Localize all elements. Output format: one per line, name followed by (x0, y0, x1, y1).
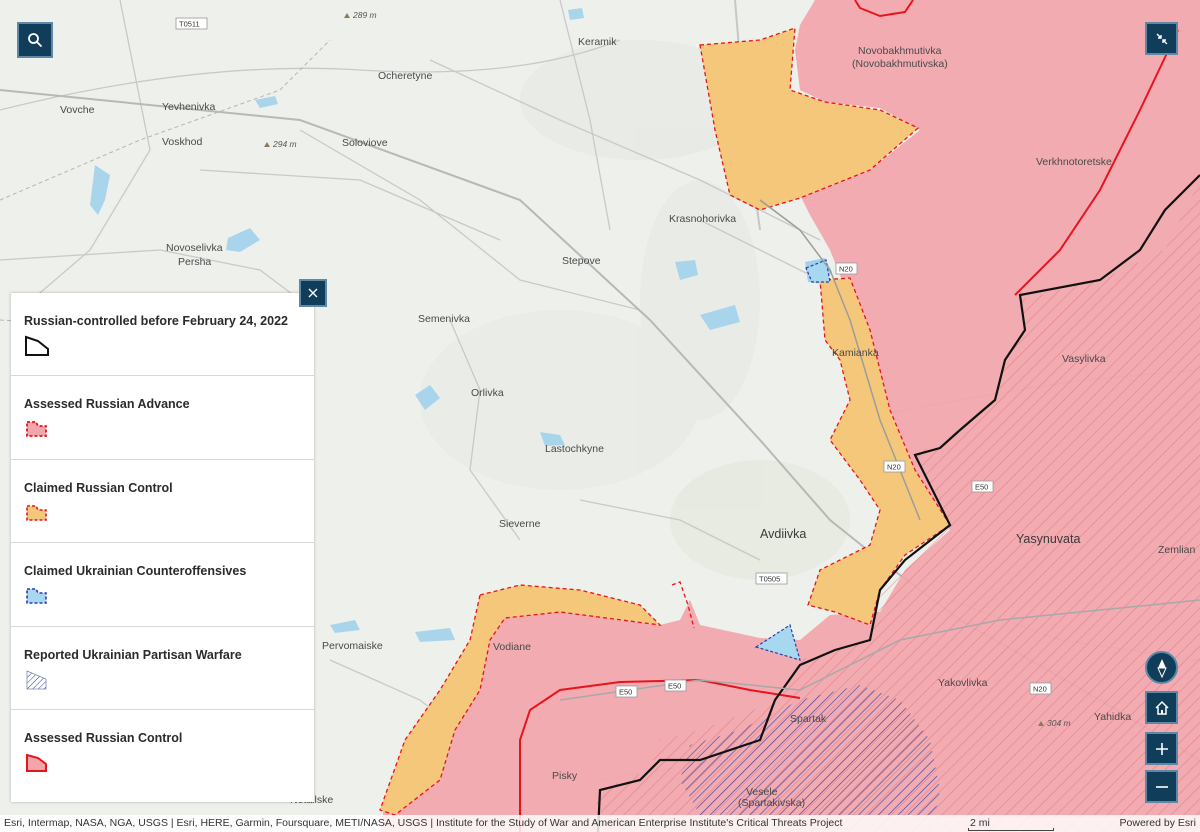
place-label: Ocheretyne (378, 70, 432, 82)
place-label: Lastochkyne (545, 443, 604, 455)
elevation-label: 304 m (1047, 718, 1071, 728)
road-shield-label: N20 (839, 265, 853, 274)
place-label: (Spartakivska) (738, 797, 805, 809)
red-solid-polygon-icon (26, 753, 47, 772)
legend-item-title: Claimed Russian Control (24, 480, 173, 495)
place-label: Semenivka (418, 313, 470, 325)
legend-item-title: Reported Ukrainian Partisan Warfare (24, 647, 242, 662)
place-label: Avdiivka (760, 527, 806, 541)
legend-item: Assessed Russian Advance (11, 376, 314, 460)
place-label: Krasnohorivka (669, 213, 736, 225)
minus-icon (1155, 785, 1168, 788)
place-label: Novoselivka (166, 242, 223, 254)
place-label: Spartak (790, 713, 827, 725)
road-shield-label: T0505 (759, 575, 780, 584)
place-label: Persha (178, 256, 211, 268)
home-icon (1154, 700, 1169, 715)
search-icon (28, 33, 43, 48)
collapse-icon (1156, 33, 1167, 44)
legend-panel: Russian-controlled before February 24, 2… (11, 293, 314, 802)
powered-by-link[interactable]: Powered by Esri (1120, 815, 1196, 832)
place-label: Yasynuvata (1016, 532, 1080, 546)
attribution-bar: Esri, Intermap, NASA, NGA, USGS | Esri, … (0, 815, 1200, 832)
road-shield-label: E50 (668, 682, 681, 691)
scale-bar (968, 828, 1054, 831)
legend-item: Russian-controlled before February 24, 2… (11, 293, 314, 377)
legend-item: Claimed Ukrainian Counteroffensives (11, 543, 314, 627)
place-label: Pervomaiske (322, 640, 383, 652)
legend-item: Claimed Russian Control (11, 460, 314, 544)
road-shield-label: E50 (975, 483, 988, 492)
place-label: Stepove (562, 255, 601, 267)
hatched-polygon-icon (26, 669, 47, 689)
place-label: Yevhenivka (162, 101, 215, 113)
home-button[interactable] (1145, 691, 1178, 724)
place-label: Yahidka (1094, 711, 1131, 723)
elevation-label: 294 m (272, 139, 297, 149)
elevation-label: 289 m (352, 10, 377, 20)
zoom-out-button[interactable] (1145, 770, 1178, 803)
legend-item-title: Claimed Ukrainian Counteroffensives (24, 564, 247, 579)
place-label: Yakovlivka (938, 677, 988, 689)
red-dashed-polygon-icon (26, 421, 47, 438)
place-label: Kamianka (832, 347, 879, 359)
place-label: Verkhnotoretske (1036, 156, 1112, 168)
road-shield-label: E50 (619, 688, 632, 697)
search-button[interactable] (17, 22, 53, 58)
legend-item-title: Assessed Russian Control (24, 730, 183, 745)
place-label: (Novobakhmutivska) (852, 58, 948, 70)
close-icon (308, 288, 318, 298)
compass-button[interactable] (1145, 651, 1178, 684)
road-shield-label: N20 (887, 463, 901, 472)
compass-icon (1156, 658, 1167, 678)
place-label: Soloviove (342, 137, 388, 149)
plus-icon (1155, 742, 1168, 755)
legend-item-title: Russian-controlled before February 24, 2… (24, 314, 288, 328)
legend-item: Reported Ukrainian Partisan Warfare (11, 627, 314, 710)
road-shield-label: N20 (1033, 685, 1047, 694)
zoom-in-button[interactable] (1145, 732, 1178, 765)
black-outline-polygon-icon (25, 335, 49, 356)
place-label: Pisky (552, 770, 578, 782)
place-label: Novobakhmutivka (858, 45, 942, 57)
place-label: Keramik (578, 36, 617, 48)
legend-close-button[interactable] (299, 279, 327, 307)
place-label: Sieverne (499, 518, 541, 530)
place-label: Zemlian (1158, 544, 1196, 556)
attribution-text: Esri, Intermap, NASA, NGA, USGS | Esri, … (4, 817, 843, 829)
collapse-button[interactable] (1145, 22, 1178, 55)
place-label: Vasylivka (1062, 353, 1106, 365)
place-label: Vodiane (493, 641, 531, 653)
legend-item: Assessed Russian Control (11, 710, 314, 793)
place-label: Vovche (60, 104, 95, 116)
place-label: Orlivka (471, 387, 504, 399)
place-label: Voskhod (162, 136, 202, 148)
orange-dashed-polygon-icon (26, 504, 47, 521)
road-shield-label: T0511 (179, 20, 200, 29)
blue-dashed-polygon-icon (26, 588, 47, 604)
legend-item-title: Assessed Russian Advance (24, 397, 190, 412)
